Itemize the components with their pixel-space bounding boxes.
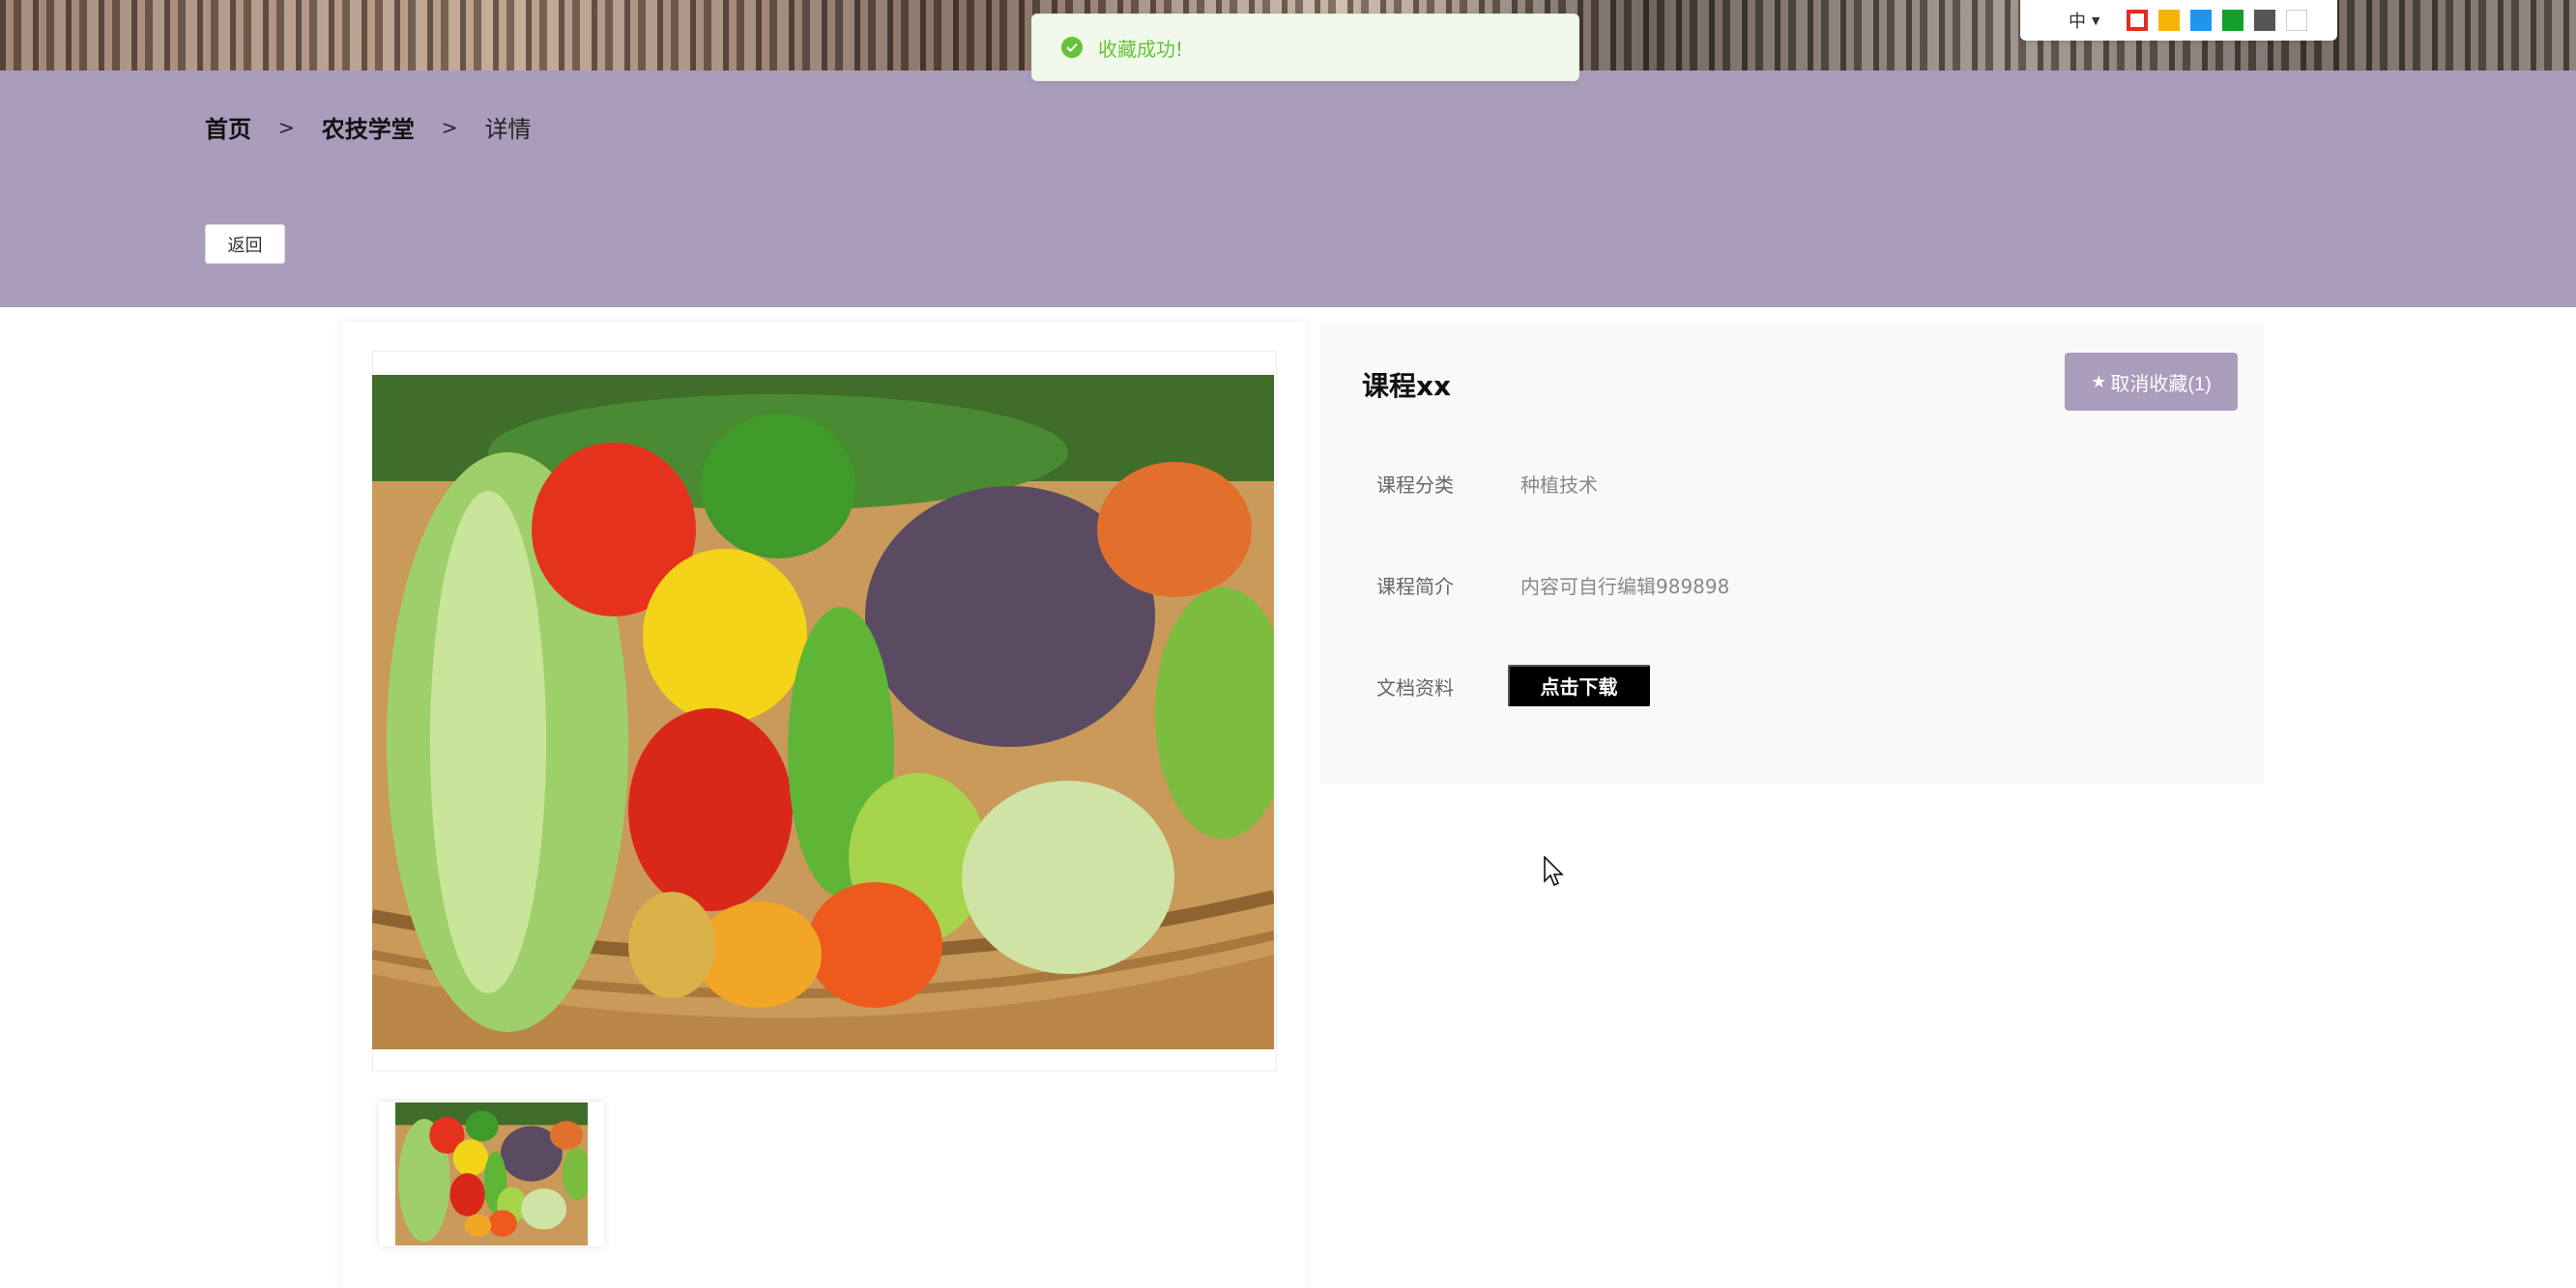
category-value: 种植技术 xyxy=(1520,473,1598,497)
breadcrumb-home[interactable]: 首页 xyxy=(205,110,251,144)
vegetable-basket-image xyxy=(372,375,1274,1049)
breadcrumb: 首页 > 农技学堂 > 详情 xyxy=(205,110,532,144)
color-swatch-red[interactable] xyxy=(2127,10,2149,31)
breadcrumb-separator: > xyxy=(441,115,458,139)
check-circle-icon xyxy=(1061,37,1083,58)
color-swatch-blue[interactable] xyxy=(2190,10,2213,31)
breadcrumb-section[interactable]: 农技学堂 xyxy=(322,110,415,144)
star-icon: ★ xyxy=(2091,371,2107,391)
language-value: 中 xyxy=(2069,12,2086,32)
unfavorite-label: 取消收藏(1) xyxy=(2110,373,2212,395)
intro-label: 课程简介 xyxy=(1376,575,1454,598)
color-swatch-gray[interactable] xyxy=(2254,10,2276,31)
download-button[interactable]: 点击下载 xyxy=(1508,665,1650,706)
docs-label: 文档资料 xyxy=(1376,676,1454,700)
theme-toolbar: 中 ▼ xyxy=(2020,0,2337,41)
caret-down-icon: ▼ xyxy=(2092,14,2100,27)
back-button[interactable]: 返回 xyxy=(205,224,285,264)
intro-value: 内容可自行编辑989898 xyxy=(1520,575,1730,598)
breadcrumb-current: 详情 xyxy=(484,116,532,143)
hero-band xyxy=(0,71,2576,307)
mouse-cursor-icon xyxy=(1544,855,1565,891)
breadcrumb-separator: > xyxy=(278,115,295,139)
category-label: 课程分类 xyxy=(1376,473,1454,497)
color-swatch-green[interactable] xyxy=(2222,10,2244,31)
unfavorite-button[interactable]: ★ 取消收藏(1) xyxy=(2065,353,2238,411)
success-toast: 收藏成功! xyxy=(1031,14,1579,81)
course-title: 课程xx xyxy=(1362,370,1452,402)
language-select[interactable]: 中 ▼ xyxy=(2069,8,2099,33)
vegetable-thumbnail-image[interactable] xyxy=(395,1102,588,1245)
color-swatch-yellow[interactable] xyxy=(2158,10,2181,31)
toast-message: 收藏成功! xyxy=(1098,37,1184,61)
color-swatch-white[interactable] xyxy=(2286,10,2308,31)
